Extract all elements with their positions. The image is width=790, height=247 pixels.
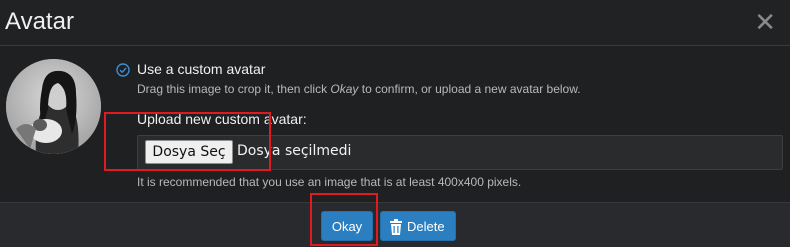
dialog-header: Avatar ✕ — [0, 0, 790, 46]
upload-label: Upload new custom avatar: — [137, 111, 307, 127]
choose-file-button[interactable]: Dosya Seç — [145, 140, 233, 164]
trash-icon — [390, 219, 402, 235]
dialog-footer: Okay Delete — [0, 202, 790, 247]
crop-hint: Drag this image to crop it, then click O… — [137, 82, 581, 96]
avatar-image[interactable] — [6, 59, 101, 154]
size-recommendation: It is recommended that you use an image … — [137, 175, 522, 189]
dialog-body: Use a custom avatar Drag this image to c… — [0, 47, 790, 202]
custom-avatar-label[interactable]: Use a custom avatar — [137, 61, 265, 77]
delete-button[interactable]: Delete — [380, 211, 456, 241]
avatar-dialog: Avatar ✕ Use a custom avatar Drag this i… — [0, 0, 790, 247]
check-circle-icon[interactable] — [116, 63, 130, 77]
file-status: Dosya seçilmedi — [237, 143, 352, 159]
close-icon[interactable]: ✕ — [754, 9, 776, 35]
okay-button[interactable]: Okay — [321, 211, 373, 241]
avatar-photo-icon — [6, 59, 101, 154]
dialog-title: Avatar — [5, 8, 74, 35]
delete-label: Delete — [407, 219, 445, 234]
file-input[interactable]: Dosya Seç Dosya seçilmedi — [137, 135, 783, 170]
